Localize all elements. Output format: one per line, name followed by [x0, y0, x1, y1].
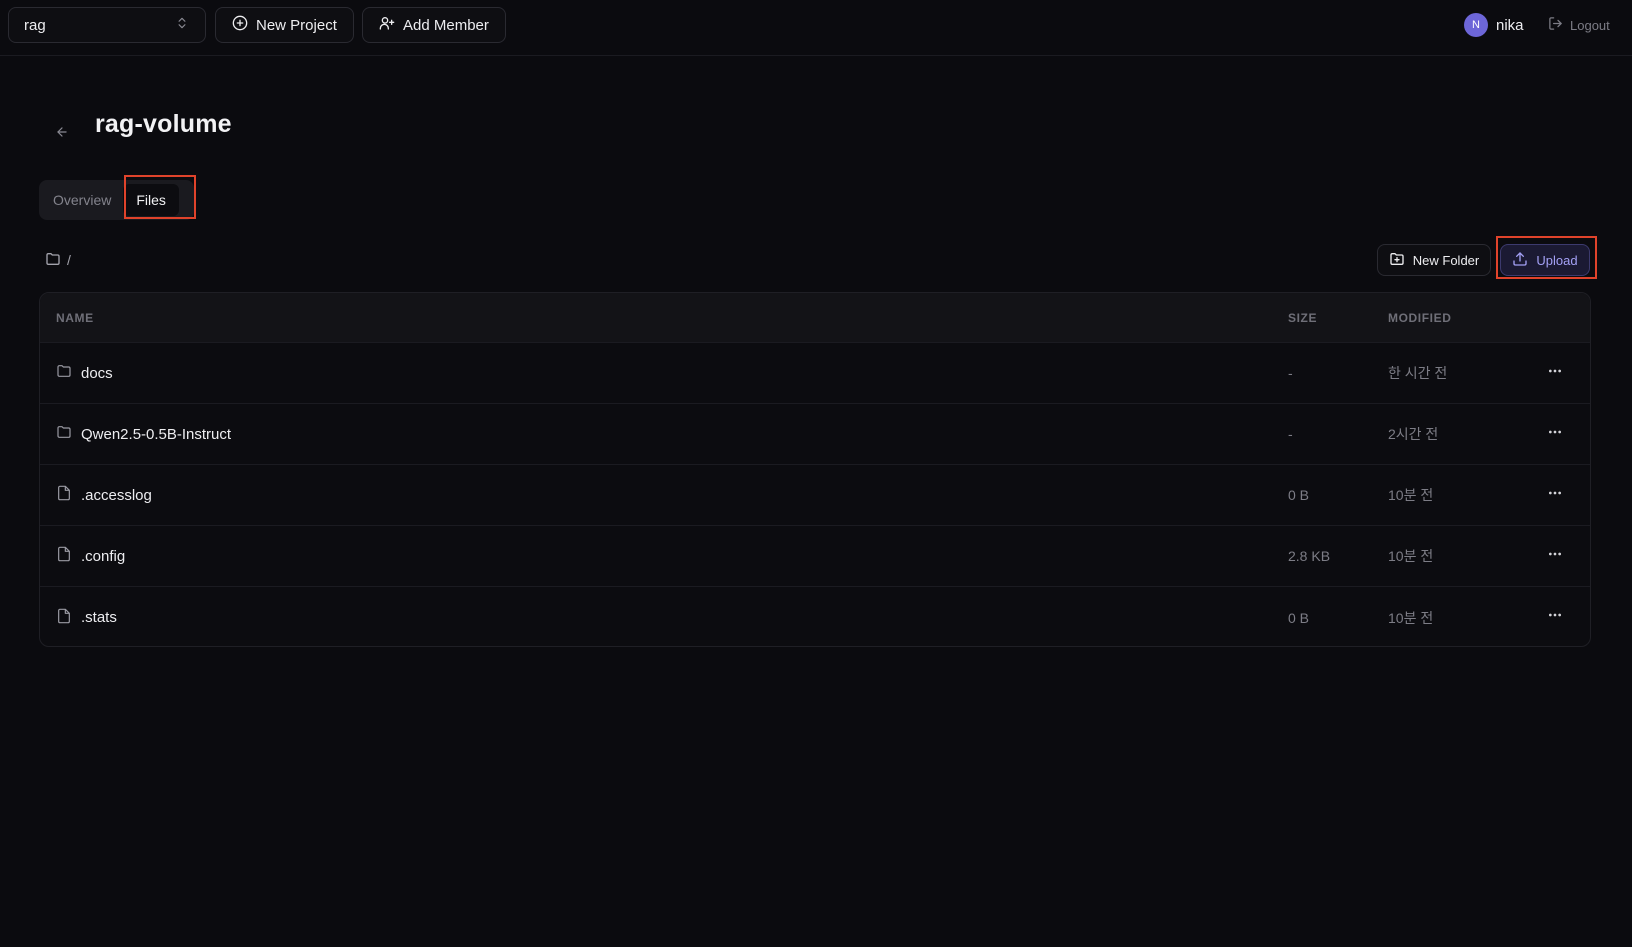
add-member-label: Add Member — [403, 16, 489, 34]
name-cell: .stats — [56, 608, 117, 628]
file-size: - — [1288, 426, 1293, 442]
file-modified: 10분 전 — [1388, 487, 1434, 503]
folder-icon — [56, 363, 72, 383]
file-icon — [56, 608, 72, 628]
new-project-label: New Project — [256, 16, 337, 34]
back-button[interactable] — [52, 124, 72, 144]
new-folder-button[interactable]: New Folder — [1377, 244, 1491, 276]
file-modified: 2시간 전 — [1388, 426, 1439, 442]
plus-circle-icon — [232, 15, 248, 35]
file-modified: 10분 전 — [1388, 548, 1434, 564]
row-actions-button[interactable] — [1542, 605, 1568, 631]
more-horizontal-icon — [1547, 424, 1563, 445]
project-selector[interactable]: rag — [8, 7, 206, 43]
folder-plus-icon — [1389, 251, 1405, 270]
more-horizontal-icon — [1547, 363, 1563, 384]
file-table: NAME SIZE MODIFIED docs - 한 시간 전 Qwen2.5… — [39, 292, 1591, 647]
upload-label: Upload — [1536, 252, 1578, 268]
file-name: Qwen2.5-0.5B-Instruct — [81, 425, 232, 443]
file-modified: 한 시간 전 — [1388, 365, 1448, 381]
file-icon — [56, 546, 72, 566]
row-actions-button[interactable] — [1542, 482, 1568, 508]
logout-label: Logout — [1570, 17, 1610, 33]
user-menu[interactable]: N nika — [1464, 13, 1524, 37]
top-bar: rag New Project Add Member N nika Logout — [0, 0, 1632, 56]
folder-icon — [45, 251, 61, 270]
name-cell: .accesslog — [56, 485, 152, 505]
new-folder-label: New Folder — [1412, 252, 1480, 268]
chevrons-up-down-icon — [175, 16, 189, 34]
breadcrumb[interactable]: / — [45, 251, 71, 269]
table-row[interactable]: Qwen2.5-0.5B-Instruct - 2시간 전 — [40, 404, 1590, 465]
file-name: .config — [81, 547, 126, 565]
tab-overview[interactable]: Overview — [43, 184, 121, 216]
upload-icon — [1512, 251, 1528, 270]
file-name: .accesslog — [81, 486, 152, 504]
tab-list: Overview Files — [39, 180, 194, 220]
column-header-modified[interactable]: MODIFIED — [1388, 311, 1451, 325]
project-selector-value: rag — [24, 16, 46, 34]
table-row[interactable]: .accesslog 0 B 10분 전 — [40, 465, 1590, 526]
file-size: 0 B — [1288, 609, 1310, 626]
name-cell: .config — [56, 546, 125, 566]
table-row[interactable]: .stats 0 B 10분 전 — [40, 587, 1590, 646]
file-modified: 10분 전 — [1388, 609, 1434, 626]
user-name: nika — [1496, 16, 1524, 34]
page-title: rag-volume — [95, 110, 232, 138]
file-name: .stats — [81, 609, 117, 626]
file-size: 0 B — [1288, 487, 1310, 503]
logout-icon — [1548, 16, 1563, 34]
file-size: 2.8 KB — [1288, 548, 1331, 564]
avatar: N — [1464, 13, 1488, 37]
row-actions-button[interactable] — [1542, 543, 1568, 569]
new-project-button[interactable]: New Project — [215, 7, 354, 43]
column-header-size[interactable]: SIZE — [1288, 311, 1317, 325]
table-header: NAME SIZE MODIFIED — [40, 293, 1590, 343]
more-horizontal-icon — [1547, 485, 1563, 506]
file-icon — [56, 485, 72, 505]
name-cell: Qwen2.5-0.5B-Instruct — [56, 424, 231, 444]
name-cell: docs — [56, 363, 113, 383]
more-horizontal-icon — [1547, 607, 1563, 628]
breadcrumb-path: / — [67, 252, 71, 268]
add-member-button[interactable]: Add Member — [362, 7, 506, 43]
table-row[interactable]: .config 2.8 KB 10분 전 — [40, 526, 1590, 587]
row-actions-button[interactable] — [1542, 421, 1568, 447]
row-actions-button[interactable] — [1542, 360, 1568, 386]
file-size: - — [1288, 365, 1293, 381]
upload-button[interactable]: Upload — [1500, 244, 1590, 276]
more-horizontal-icon — [1547, 546, 1563, 567]
logout-button[interactable]: Logout — [1548, 15, 1610, 35]
folder-icon — [56, 424, 72, 444]
arrow-left-icon — [55, 125, 69, 144]
column-header-name[interactable]: NAME — [56, 311, 94, 325]
user-plus-icon — [379, 15, 395, 35]
file-name: docs — [81, 364, 113, 382]
table-row[interactable]: docs - 한 시간 전 — [40, 343, 1590, 404]
tab-files[interactable]: Files — [123, 184, 179, 216]
